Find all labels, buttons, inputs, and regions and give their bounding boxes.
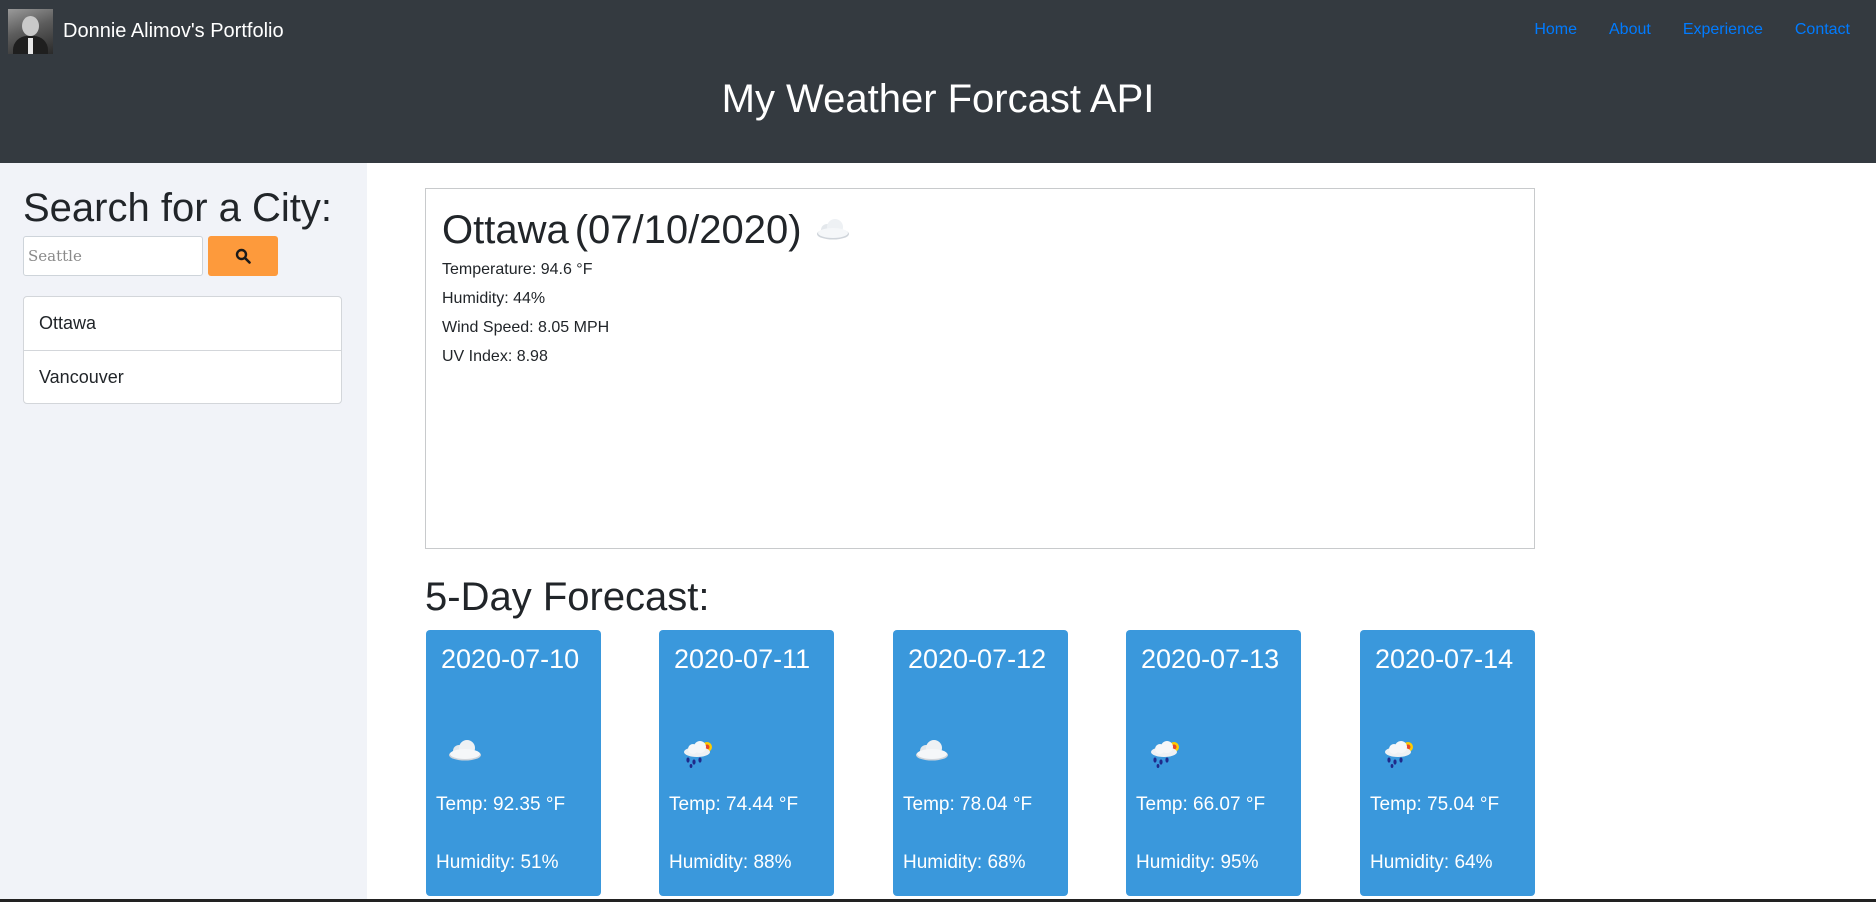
rain-sun-icon [1380, 738, 1420, 773]
current-city-name: Ottawa [442, 208, 569, 252]
nav-link-home[interactable]: Home [1534, 21, 1577, 39]
forecast-humidity: Humidity: 64% [1370, 852, 1493, 873]
current-uv-index: UV Index: 8.98 [442, 348, 548, 365]
city-history-item-ottawa[interactable]: Ottawa [24, 297, 341, 350]
forecast-card-day-4: 2020-07-13 Temp: 66.07 °F Humidity: 95% [1126, 630, 1301, 896]
nav-link-about[interactable]: About [1609, 21, 1651, 39]
forecast-humidity: Humidity: 68% [903, 852, 1026, 873]
forecast-humidity: Humidity: 95% [1136, 852, 1259, 873]
city-history-item-vancouver[interactable]: Vancouver [24, 350, 341, 403]
current-temperature: Temperature: 94.6 °F [442, 261, 593, 278]
forecast-date: 2020-07-13 [1141, 644, 1280, 674]
current-humidity: Humidity: 44% [442, 290, 546, 307]
nav-link-contact[interactable]: Contact [1795, 21, 1850, 39]
forecast-date: 2020-07-11 [674, 644, 811, 674]
forecast-card-day-5: 2020-07-14 Temp: 75.04 °F Humidity: 64% [1360, 630, 1535, 896]
hero-banner: My Weather Forcast API [0, 63, 1876, 163]
nav-links: Home About Experience Contact [1534, 21, 1850, 39]
current-weather-card: Ottawa (07/10/2020) Temperature: 94.6 °F… [425, 188, 1535, 549]
forecast-date: 2020-07-12 [908, 644, 1047, 674]
forecast-humidity: Humidity: 88% [669, 852, 792, 873]
current-weather-details: Temperature: 94.6 °F Humidity: 44% Wind … [442, 260, 609, 376]
current-date: (07/10/2020) [574, 208, 802, 252]
forecast-temp: Temp: 75.04 °F [1370, 794, 1500, 815]
forecast-humidity: Humidity: 51% [436, 852, 559, 873]
navbar: Donnie Alimov's Portfolio Home About Exp… [0, 0, 1876, 63]
forecast-card-day-3: 2020-07-12 Temp: 78.04 °F Humidity: 68% [893, 630, 1068, 896]
page-title: My Weather Forcast API [721, 77, 1155, 121]
cloud-icon [446, 738, 484, 767]
forecast-date: 2020-07-14 [1375, 644, 1514, 674]
cloud-icon [814, 217, 852, 246]
search-icon [235, 248, 251, 264]
forecast-heading: 5-Day Forecast: [425, 575, 710, 619]
current-weather-title: Ottawa (07/10/2020) [442, 207, 852, 253]
rain-sun-icon [679, 738, 719, 773]
forecast-temp: Temp: 92.35 °F [436, 794, 566, 815]
forecast-card-day-2: 2020-07-11 Temp: 74.44 °F Humidity: 88% [659, 630, 834, 896]
city-search-input[interactable] [23, 236, 203, 276]
search-button[interactable] [208, 236, 278, 276]
search-heading: Search for a City: [23, 186, 333, 230]
city-history-list: Ottawa Vancouver [23, 296, 342, 404]
nav-link-experience[interactable]: Experience [1683, 21, 1763, 39]
forecast-temp: Temp: 74.44 °F [669, 794, 799, 815]
forecast-temp: Temp: 78.04 °F [903, 794, 1033, 815]
forecast-date: 2020-07-10 [441, 644, 580, 674]
rain-sun-icon [1146, 738, 1186, 773]
cloud-icon [913, 738, 951, 767]
current-wind-speed: Wind Speed: 8.05 MPH [442, 319, 610, 336]
brand-title[interactable]: Donnie Alimov's Portfolio [63, 18, 284, 44]
sidebar: Search for a City: Ottawa Vancouver [0, 163, 367, 902]
forecast-temp: Temp: 66.07 °F [1136, 794, 1266, 815]
avatar[interactable] [8, 9, 53, 54]
forecast-card-day-1: 2020-07-10 Temp: 92.35 °F Humidity: 51% [426, 630, 601, 896]
